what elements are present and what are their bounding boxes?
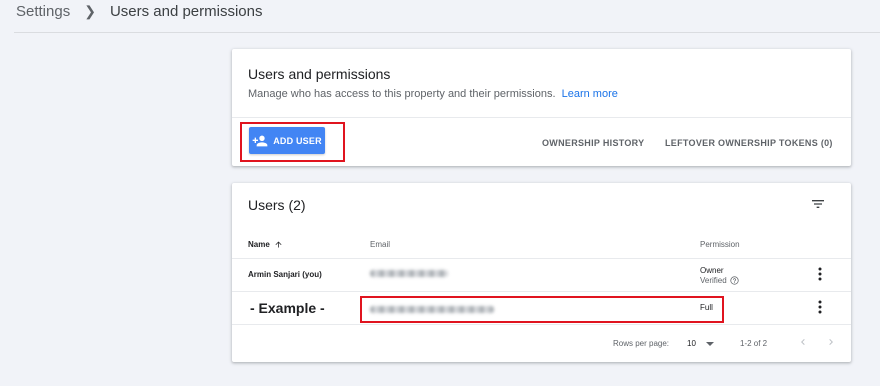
chevron-right-icon bbox=[829, 339, 833, 345]
card-subtitle: Manage who has access to this property a… bbox=[248, 88, 618, 100]
chevron-right-icon: ❯ bbox=[84, 3, 96, 19]
rows-per-page-label: Rows per page: bbox=[613, 339, 670, 348]
breadcrumb: Settings ❯ Users and permissions bbox=[16, 3, 263, 20]
user-name: Armin Sanjari (you) bbox=[248, 270, 322, 279]
rows-per-page-select[interactable]: 10 bbox=[687, 339, 714, 348]
breadcrumb-current: Users and permissions bbox=[109, 3, 263, 20]
column-header-email: Email bbox=[370, 240, 391, 249]
column-header-permission: Permission bbox=[700, 240, 740, 249]
users-card: Users (2) Name Email Permission Armin Sa… bbox=[232, 183, 851, 362]
previous-page-button[interactable] bbox=[797, 335, 809, 351]
filter-icon[interactable] bbox=[810, 196, 826, 212]
help-circle-icon[interactable] bbox=[730, 276, 739, 285]
more-vert-icon[interactable] bbox=[818, 300, 822, 314]
caret-down-icon bbox=[705, 341, 714, 346]
arrow-up-icon bbox=[275, 241, 282, 248]
pagination-range: 1-2 of 2 bbox=[740, 339, 768, 348]
leftover-ownership-tokens-button[interactable]: LEFTOVER OWNERSHIP TOKENS (0) bbox=[665, 138, 833, 148]
example-email-highlight-box bbox=[360, 296, 724, 323]
row-divider bbox=[232, 258, 851, 259]
verified-status: Verified bbox=[700, 276, 739, 285]
next-page-button[interactable] bbox=[825, 335, 837, 351]
users-title: Users (2) bbox=[248, 197, 306, 213]
redacted-email bbox=[370, 270, 448, 277]
rows-per-page-value: 10 bbox=[687, 339, 696, 348]
verified-label: Verified bbox=[700, 276, 727, 285]
learn-more-link[interactable]: Learn more bbox=[562, 88, 618, 100]
example-user-label: - Example - bbox=[250, 300, 325, 316]
card-title: Users and permissions bbox=[248, 66, 391, 82]
chevron-left-icon bbox=[801, 339, 805, 345]
row-divider bbox=[232, 324, 851, 325]
row-divider bbox=[232, 291, 851, 292]
add-user-highlight-box bbox=[240, 122, 345, 162]
more-vert-icon[interactable] bbox=[818, 267, 822, 281]
header-divider bbox=[14, 32, 880, 33]
card-divider bbox=[232, 117, 851, 118]
ownership-history-button[interactable]: OWNERSHIP HISTORY bbox=[542, 138, 644, 148]
card-subtitle-text: Manage who has access to this property a… bbox=[248, 88, 556, 100]
column-header-name[interactable]: Name bbox=[248, 240, 283, 249]
breadcrumb-settings[interactable]: Settings bbox=[16, 3, 70, 20]
user-permission: Owner bbox=[700, 266, 724, 275]
column-name-label: Name bbox=[248, 240, 270, 249]
